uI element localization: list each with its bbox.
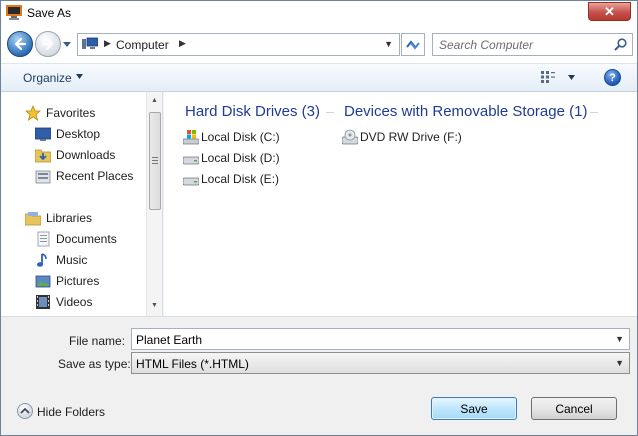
- title-bar: Save As ✕: [1, 1, 637, 25]
- group-header-hard-disk-drives[interactable]: Hard Disk Drives (3): [185, 103, 320, 120]
- save-button[interactable]: Save: [431, 397, 517, 420]
- forward-arrow-icon: [41, 37, 54, 51]
- navigation-pane: Favorites Desktop Downloads Recent Place…: [1, 92, 163, 316]
- breadcrumb-arrow-icon[interactable]: ▶: [179, 38, 186, 49]
- search-box[interactable]: [432, 33, 633, 56]
- refresh-button[interactable]: [401, 33, 425, 56]
- recent-pages-chevron-icon[interactable]: [63, 40, 71, 48]
- chevron-down-icon[interactable]: ▼: [615, 334, 624, 344]
- nav-label: Desktop: [56, 127, 101, 141]
- dvd-drive-icon: [342, 129, 358, 145]
- documents-icon: [37, 231, 50, 247]
- nav-label: Music: [56, 253, 88, 267]
- close-icon: ✕: [604, 3, 615, 19]
- nav-label: Documents: [56, 232, 117, 246]
- file-name-label: File name:: [69, 334, 126, 348]
- save-type-label: Save as type:: [58, 357, 131, 371]
- search-icon[interactable]: [614, 38, 627, 51]
- scroll-thumb[interactable]: [149, 112, 161, 210]
- system-drive-icon: [183, 130, 199, 145]
- group-divider: [590, 112, 598, 113]
- save-type-value: HTML Files (*.HTML): [136, 357, 249, 371]
- libraries-icon: [25, 212, 41, 226]
- refresh-icon: [406, 39, 420, 50]
- nav-label: Favorites: [46, 106, 96, 120]
- address-row: ▶ Computer ▶ ▼: [1, 25, 637, 63]
- computer-icon: [82, 37, 98, 49]
- back-button[interactable]: [7, 31, 33, 57]
- drive-label: Local Disk (C:): [201, 130, 280, 144]
- pictures-icon: [35, 275, 51, 288]
- star-icon: [25, 105, 41, 121]
- save-type-select[interactable]: HTML Files (*.HTML) ▼: [131, 352, 630, 374]
- chevron-up-icon: [17, 403, 33, 419]
- organize-button[interactable]: Organize: [23, 71, 72, 85]
- drive-label: DVD RW Drive (F:): [360, 130, 462, 144]
- address-dropdown-icon[interactable]: ▼: [384, 39, 393, 49]
- group-header-removable-storage[interactable]: Devices with Removable Storage (1): [344, 103, 587, 120]
- window-title: Save As: [27, 6, 72, 20]
- nav-label: Recent Places: [56, 169, 134, 183]
- recent-places-icon: [35, 170, 51, 184]
- forward-button[interactable]: [35, 31, 61, 57]
- save-panel: File name: ▼ Save as type: HTML Files (*…: [1, 316, 637, 435]
- breadcrumb-computer[interactable]: Computer: [116, 38, 169, 52]
- app-icon: [6, 5, 22, 20]
- help-button[interactable]: ?: [604, 69, 621, 86]
- views-chevron-down-icon[interactable]: [568, 75, 575, 80]
- chevron-down-icon[interactable]: [76, 74, 83, 79]
- scroll-down-icon[interactable]: ▼: [151, 302, 158, 309]
- hard-drive-icon: [183, 177, 199, 186]
- address-bar[interactable]: ▶ Computer ▶ ▼: [77, 33, 400, 56]
- drive-label: Local Disk (E:): [201, 172, 280, 186]
- file-name-input[interactable]: [136, 332, 596, 347]
- drive-label: Local Disk (D:): [201, 151, 280, 165]
- nav-label: Pictures: [56, 274, 100, 288]
- music-icon: [37, 253, 47, 267]
- hide-folders-label: Hide Folders: [37, 405, 106, 419]
- nav-scrollbar[interactable]: ▲ ▼: [146, 92, 162, 316]
- search-input[interactable]: [439, 37, 609, 53]
- chevron-down-icon[interactable]: ▼: [615, 358, 624, 368]
- hard-drive-icon: [183, 156, 199, 165]
- desktop-icon: [35, 127, 51, 141]
- file-name-combobox[interactable]: ▼: [131, 328, 630, 350]
- file-list: Hard Disk Drives (3) Devices with Remova…: [164, 92, 637, 316]
- breadcrumb-arrow-icon[interactable]: ▶: [104, 38, 111, 49]
- back-arrow-icon: [14, 37, 27, 51]
- group-divider: [326, 112, 334, 113]
- nav-label: Libraries: [46, 211, 93, 225]
- close-button[interactable]: ✕: [588, 2, 631, 21]
- cancel-button[interactable]: Cancel: [531, 397, 617, 420]
- downloads-folder-icon: [35, 149, 51, 163]
- help-icon: ?: [609, 71, 616, 84]
- videos-icon: [36, 295, 50, 309]
- grip-icon: [152, 157, 158, 164]
- scroll-up-icon[interactable]: ▲: [151, 97, 158, 104]
- command-bar: Organize ?: [1, 63, 637, 92]
- views-icon[interactable]: [541, 71, 555, 83]
- save-as-dialog: Save As ✕ ▶ Computer ▶ ▼ Search Computer…: [0, 0, 638, 436]
- nav-label: Downloads: [56, 148, 116, 162]
- nav-label: Videos: [56, 295, 93, 309]
